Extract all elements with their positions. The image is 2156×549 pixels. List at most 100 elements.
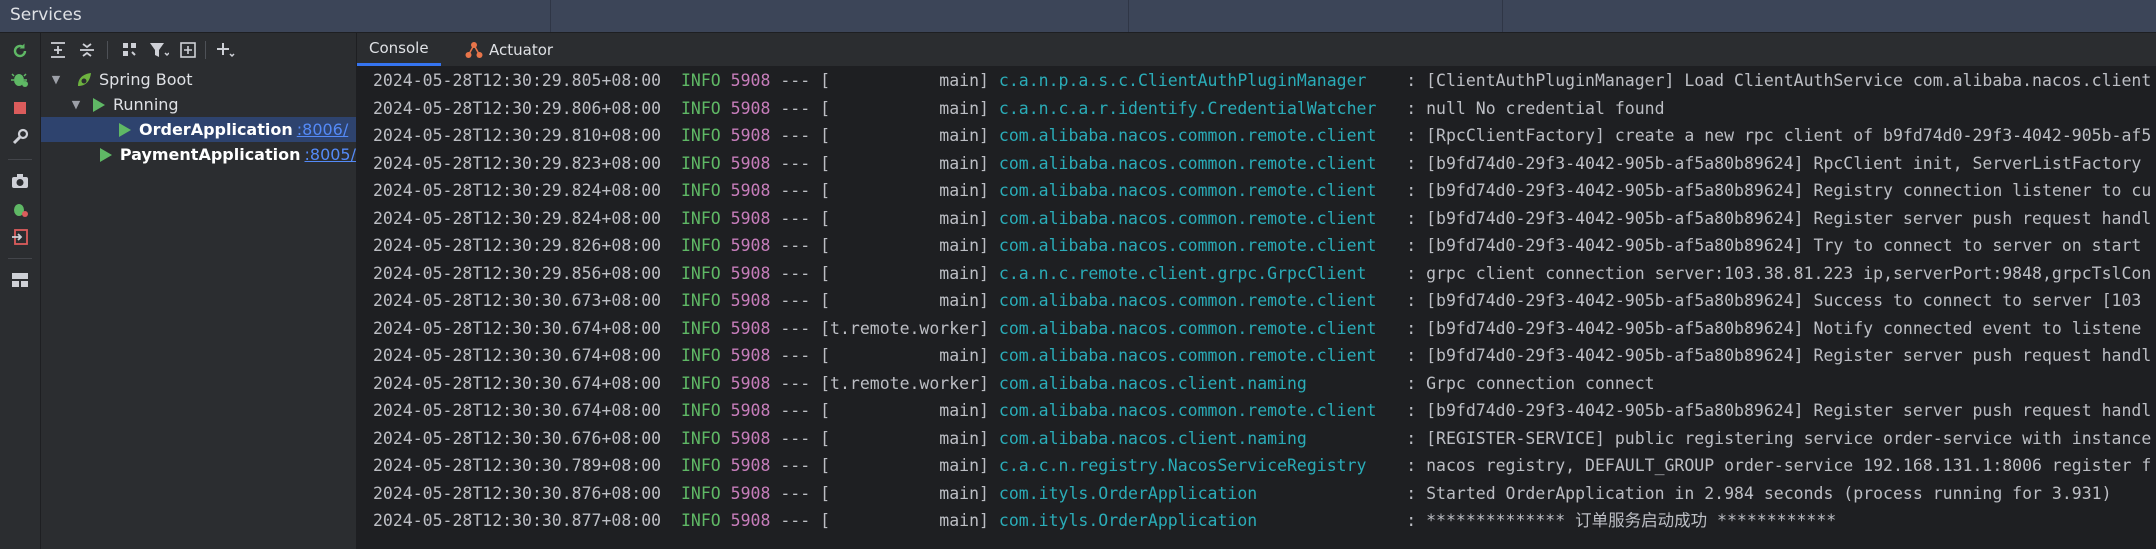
log-logger: com.alibaba.nacos.common.remote.client <box>998 208 1397 228</box>
log-logger: com.alibaba.nacos.common.remote.client <box>998 318 1397 338</box>
log-logger: c.a.n.p.a.s.c.ClientAuthPluginManager <box>998 71 1397 90</box>
log-separator: --- <box>780 373 811 393</box>
actuator-icon <box>465 41 483 59</box>
log-pid: 5908 <box>730 126 771 145</box>
left-toolbar <box>0 33 41 549</box>
chevron-down-icon[interactable]: ▼ <box>69 98 83 111</box>
log-pid: 5908 <box>730 428 771 448</box>
log-separator: --- <box>780 291 811 310</box>
run-icon <box>119 122 131 137</box>
layout-icon[interactable] <box>10 270 30 290</box>
debug-services-icon[interactable] <box>10 199 30 219</box>
log-timestamp: 2024-05-28T12:30:30.674+08:00 <box>373 318 662 338</box>
log-level: INFO <box>680 401 721 420</box>
log-level: INFO <box>680 346 721 365</box>
log-thread: [ main] <box>820 401 989 420</box>
tree-node-payment-application[interactable]: PaymentApplication :8005/ <box>41 142 356 167</box>
log-line: 2024-05-28T12:30:29.824+08:00 INFO 5908 … <box>357 205 2156 233</box>
port-link[interactable]: :8005/ <box>305 145 357 164</box>
log-separator: --- <box>780 126 811 145</box>
log-level: INFO <box>680 428 721 448</box>
log-timestamp: 2024-05-28T12:30:30.789+08:00 <box>373 456 662 475</box>
log-pid: 5908 <box>730 456 771 475</box>
new-tab-icon[interactable] <box>177 39 199 61</box>
log-thread: [ main] <box>820 71 989 90</box>
log-pid: 5908 <box>730 236 771 255</box>
log-pid: 5908 <box>730 263 771 283</box>
log-logger: com.alibaba.nacos.client.naming <box>998 373 1397 393</box>
tree-label-spring-boot: Spring Boot <box>99 70 193 89</box>
collapse-all-icon[interactable] <box>76 39 98 61</box>
log-message: : grpc client connection server:103.38.8… <box>1406 263 2152 283</box>
log-line: 2024-05-28T12:30:30.674+08:00 INFO 5908 … <box>357 342 2156 370</box>
tab-actuator[interactable]: Actuator <box>453 33 565 66</box>
log-level: INFO <box>680 263 721 283</box>
log-thread: [ main] <box>820 511 989 530</box>
log-pid: 5908 <box>730 291 771 310</box>
log-level: INFO <box>680 98 721 118</box>
log-message: : [b9fd74d0-29f3-4042-905b-af5a80b89624]… <box>1406 181 2152 200</box>
chevron-down-icon[interactable]: ▼ <box>49 73 63 86</box>
tab-label: Actuator <box>489 40 554 59</box>
log-pid: 5908 <box>730 153 771 173</box>
expand-all-icon[interactable] <box>47 39 69 61</box>
title-divider <box>550 0 551 32</box>
log-message: : [b9fd74d0-29f3-4042-905b-af5a80b89624]… <box>1406 153 2142 173</box>
log-separator: --- <box>780 318 811 338</box>
console-log[interactable]: 2024-05-28T12:30:29.805+08:00 INFO 5908 … <box>357 67 2156 549</box>
log-line: 2024-05-28T12:30:30.673+08:00 INFO 5908 … <box>357 287 2156 315</box>
log-thread: [ main] <box>820 153 989 173</box>
log-message: : [b9fd74d0-29f3-4042-905b-af5a80b89624]… <box>1406 346 2152 365</box>
window-title: Services <box>10 5 82 25</box>
debug-icon[interactable] <box>10 69 30 89</box>
log-logger: com.alibaba.nacos.common.remote.client <box>998 153 1397 173</box>
log-thread: [ main] <box>820 126 989 145</box>
log-message: : [b9fd74d0-29f3-4042-905b-af5a80b89624]… <box>1406 236 2142 255</box>
log-thread: [ main] <box>820 236 989 255</box>
log-logger: c.a.c.n.registry.NacosServiceRegistry <box>998 456 1397 475</box>
log-logger: com.alibaba.nacos.common.remote.client <box>998 126 1397 145</box>
log-separator: --- <box>780 456 811 475</box>
log-separator: --- <box>780 181 811 200</box>
log-level: INFO <box>680 71 721 90</box>
log-line: 2024-05-28T12:30:30.674+08:00 INFO 5908 … <box>357 370 2156 398</box>
console-panel: Console Actuator 2024-05-28T12:30:29.805… <box>357 33 2156 549</box>
group-by-icon[interactable] <box>119 39 141 61</box>
tree-node-order-application[interactable]: OrderApplication :8006/ <box>41 117 356 142</box>
log-timestamp: 2024-05-28T12:30:30.673+08:00 <box>373 291 662 310</box>
log-thread: [t.remote.worker] <box>820 373 989 393</box>
log-separator: --- <box>780 401 811 420</box>
tree-node-running[interactable]: ▼ Running <box>41 92 356 117</box>
toolbar-separator <box>205 41 206 59</box>
log-thread: [ main] <box>820 98 989 118</box>
settings-icon[interactable] <box>10 127 30 147</box>
log-line: 2024-05-28T12:30:30.876+08:00 INFO 5908 … <box>357 480 2156 508</box>
add-icon[interactable] <box>215 39 237 61</box>
log-line: 2024-05-28T12:30:29.805+08:00 INFO 5908 … <box>357 67 2156 95</box>
log-message: : null No credential found <box>1406 98 1665 118</box>
log-line: 2024-05-28T12:30:29.826+08:00 INFO 5908 … <box>357 232 2156 260</box>
tree-node-spring-boot[interactable]: ▼ Spring Boot <box>41 67 356 92</box>
log-thread: [ main] <box>820 263 989 283</box>
log-thread: [ main] <box>820 181 989 200</box>
log-logger: com.alibaba.nacos.common.remote.client <box>998 401 1397 420</box>
log-line: 2024-05-28T12:30:29.806+08:00 INFO 5908 … <box>357 95 2156 123</box>
import-icon[interactable] <box>10 227 30 247</box>
log-timestamp: 2024-05-28T12:30:29.823+08:00 <box>373 153 662 173</box>
log-line: 2024-05-28T12:30:29.810+08:00 INFO 5908 … <box>357 122 2156 150</box>
log-timestamp: 2024-05-28T12:30:29.810+08:00 <box>373 126 662 145</box>
screenshot-icon[interactable] <box>10 171 30 191</box>
log-thread: [t.remote.worker] <box>820 318 989 338</box>
filter-icon[interactable] <box>148 39 170 61</box>
tab-console[interactable]: Console <box>357 33 441 66</box>
log-pid: 5908 <box>730 181 771 200</box>
stop-icon[interactable] <box>10 98 30 118</box>
port-link[interactable]: :8006/ <box>297 120 349 139</box>
log-message: : ************** 订单服务启动成功 ************ <box>1406 511 1837 530</box>
log-logger: com.ityls.OrderApplication <box>998 511 1397 530</box>
run-icon <box>99 147 112 162</box>
rerun-icon[interactable] <box>10 41 30 61</box>
log-separator: --- <box>780 263 811 283</box>
log-pid: 5908 <box>730 71 771 90</box>
log-line: 2024-05-28T12:30:30.877+08:00 INFO 5908 … <box>357 507 2156 535</box>
